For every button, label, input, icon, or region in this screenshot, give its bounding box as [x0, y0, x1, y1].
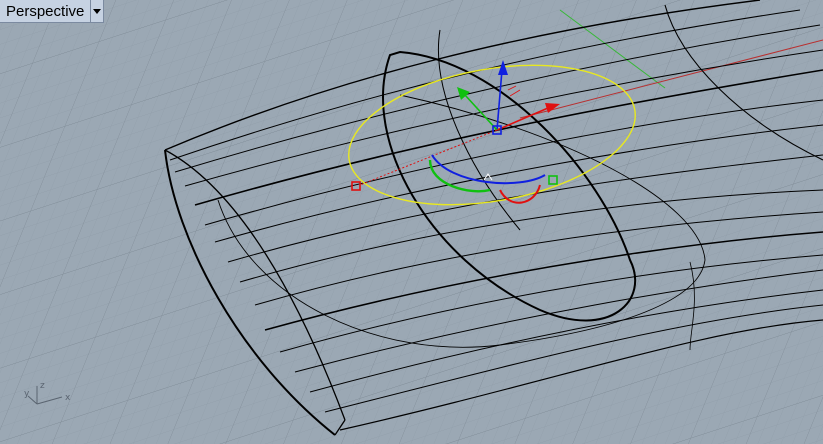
chevron-down-icon [93, 8, 102, 14]
perspective-viewport[interactable]: y z x Perspective [0, 0, 823, 444]
world-axis-y-label: y [24, 389, 30, 399]
viewport-scene[interactable]: y z x [0, 0, 823, 444]
viewport-menu-button[interactable] [91, 0, 105, 23]
viewport-title[interactable]: Perspective [0, 0, 92, 23]
world-axis-z-label: z [40, 381, 45, 391]
viewport-title-tab[interactable]: Perspective [0, 0, 105, 23]
world-axis-x-label: x [65, 393, 71, 403]
